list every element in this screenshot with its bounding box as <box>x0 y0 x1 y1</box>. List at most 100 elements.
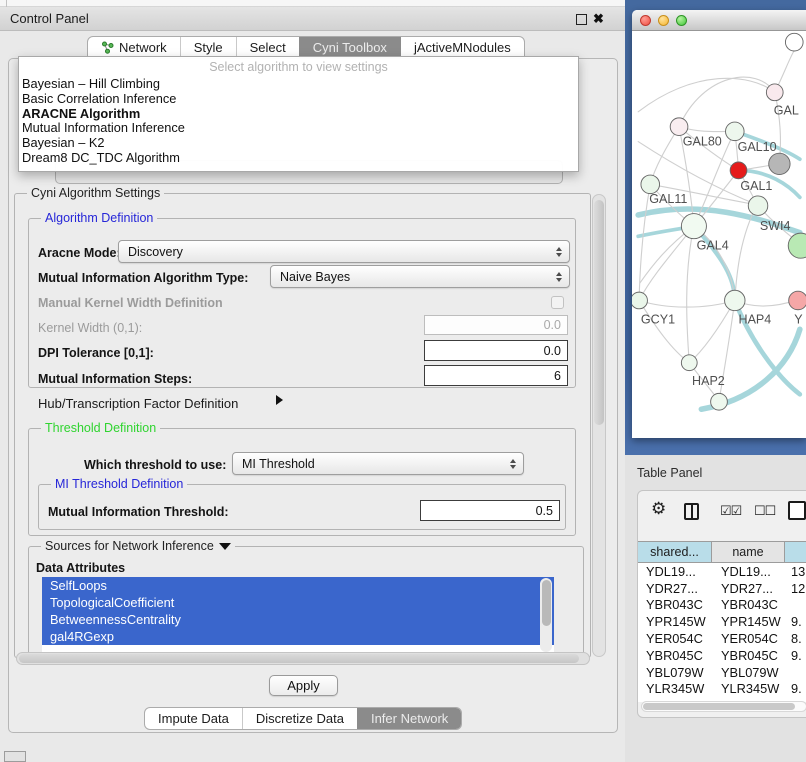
attributes-scroll-thumb[interactable] <box>542 580 551 626</box>
table-cell[interactable]: YER054C <box>712 631 785 646</box>
mi-threshold-field[interactable]: 0.5 <box>420 500 560 521</box>
which-threshold-select[interactable]: MI Threshold <box>232 452 524 475</box>
node-gal10[interactable] <box>726 122 745 141</box>
table-cell[interactable]: YDL19... <box>712 564 785 579</box>
table-cell[interactable]: 12 <box>785 581 806 596</box>
table-row[interactable]: YPR145WYPR145W9. <box>638 613 806 630</box>
network-edge[interactable] <box>687 226 694 363</box>
attribute-item[interactable]: gal4RGexp <box>42 628 554 645</box>
table-cell[interactable]: YDL19... <box>638 564 712 579</box>
manual-kernel-checkbox[interactable] <box>551 296 564 309</box>
apply-button[interactable]: Apply <box>269 675 338 696</box>
gear-icon[interactable]: ⚙ <box>651 499 666 519</box>
minimize-traffic-light-icon[interactable] <box>658 15 669 26</box>
tab-network[interactable]: Network <box>88 37 180 58</box>
dpi-tolerance-field[interactable]: 0.0 <box>424 340 568 361</box>
float-window-icon[interactable] <box>576 14 587 25</box>
node-top-partial[interactable] <box>785 33 803 51</box>
attribute-item[interactable]: SelfLoops <box>42 577 554 594</box>
tab-cyni-toolbox[interactable]: Cyni Toolbox <box>299 37 400 58</box>
attributes-scrollbar[interactable] <box>540 578 552 652</box>
algorithm-item[interactable]: ARACNE Algorithm <box>19 107 578 122</box>
select-all-checkboxes-icon[interactable]: ☑☑ <box>720 503 741 519</box>
table-row[interactable]: YLR345WYLR345W9. <box>638 681 806 698</box>
column-header[interactable]: shared... <box>638 542 712 562</box>
tab-select[interactable]: Select <box>236 37 299 58</box>
close-icon[interactable]: ✖ <box>593 10 604 28</box>
bottom-tab-impute-data[interactable]: Impute Data <box>145 708 242 729</box>
node-gal-pink[interactable] <box>766 84 783 101</box>
algorithm-item[interactable]: Mutual Information Inference <box>19 121 578 136</box>
table-row[interactable]: YBR043CYBR043C <box>638 597 806 614</box>
bottom-tab-infer-network[interactable]: Infer Network <box>357 708 461 729</box>
settings-hscroll-thumb[interactable] <box>19 654 579 663</box>
network-edge[interactable] <box>639 226 694 300</box>
network-edge[interactable] <box>638 78 775 111</box>
table-cell[interactable]: YBR043C <box>712 597 785 612</box>
table-cell[interactable]: YLR345W <box>712 681 785 696</box>
node-gal80[interactable] <box>670 118 688 136</box>
table-cell[interactable]: 9. <box>785 648 806 663</box>
table-cell[interactable]: YDR27... <box>712 581 785 596</box>
hub-definition-label[interactable]: Hub/Transcription Factor Definition <box>38 396 238 411</box>
node-gray[interactable] <box>769 153 790 174</box>
table-cell[interactable]: YBR043C <box>638 597 712 612</box>
table-cell[interactable]: YBR045C <box>712 648 785 663</box>
table-cell[interactable]: YDR27... <box>638 581 712 596</box>
aracne-mode-select[interactable]: Discovery <box>118 240 570 263</box>
table-row[interactable]: YDL19...YDL19...13 <box>638 563 806 580</box>
table-cell[interactable]: 9. <box>785 681 806 696</box>
table-cell[interactable]: 9. <box>785 614 806 629</box>
algorithm-item[interactable]: Bayesian – Hill Climbing <box>19 77 578 92</box>
node-bottom[interactable] <box>711 393 728 410</box>
network-canvas[interactable]: GALGAL80GAL10GAL1SWI4GAL11GAL4GCY1HAP4YH… <box>632 31 806 438</box>
attribute-item[interactable]: BetweennessCentrality <box>42 611 554 628</box>
mi-steps-field[interactable]: 6 <box>424 365 568 386</box>
node-hap2[interactable] <box>681 355 697 371</box>
document-icon[interactable] <box>788 501 806 520</box>
network-edge[interactable] <box>639 300 689 362</box>
attribute-item[interactable]: TopologicalCoefficient <box>42 594 554 611</box>
table-row[interactable]: YBL079WYBL079W <box>638 664 806 681</box>
settings-vertical-scrollbar[interactable] <box>592 194 606 657</box>
algorithm-item[interactable]: Dream8 DC_TDC Algorithm <box>19 151 578 166</box>
close-traffic-light-icon[interactable] <box>640 15 651 26</box>
table-horizontal-scrollbar[interactable] <box>641 701 806 712</box>
node-salmon[interactable] <box>789 291 806 310</box>
node-swi4[interactable] <box>748 196 768 216</box>
tab-jactivemnodules[interactable]: jActiveMNodules <box>400 37 524 58</box>
bottom-tab-discretize-data[interactable]: Discretize Data <box>242 708 357 729</box>
table-cell[interactable]: YBL079W <box>712 665 785 680</box>
collapse-arrow-icon[interactable] <box>219 543 231 550</box>
node-gal11[interactable] <box>641 175 660 194</box>
node-hap4[interactable] <box>725 290 745 310</box>
network-edge[interactable] <box>689 300 735 362</box>
split-columns-icon[interactable] <box>684 503 699 520</box>
table-cell[interactable]: 13 <box>785 564 806 579</box>
bottom-left-partial-button[interactable] <box>4 751 26 762</box>
settings-vscroll-thumb[interactable] <box>594 200 604 425</box>
algorithm-item[interactable]: Bayesian – K2 <box>19 136 578 151</box>
node-gcy1[interactable] <box>632 292 647 309</box>
table-row[interactable]: YBR045CYBR045C9. <box>638 647 806 664</box>
deselect-all-checkboxes-icon[interactable]: ☐☐ <box>754 503 775 519</box>
zoom-traffic-light-icon[interactable] <box>676 15 687 26</box>
expand-arrow-icon[interactable] <box>276 395 283 405</box>
algorithm-item[interactable]: Basic Correlation Inference <box>19 92 578 107</box>
table-cell[interactable]: YBR045C <box>638 648 712 663</box>
table-cell[interactable]: YBL079W <box>638 665 712 680</box>
table-row[interactable]: YDR27...YDR27...12 <box>638 580 806 597</box>
mi-type-select[interactable]: Naive Bayes <box>270 265 570 288</box>
column-header[interactable] <box>785 542 806 562</box>
table-cell[interactable]: YPR145W <box>638 614 712 629</box>
table-cell[interactable]: YPR145W <box>712 614 785 629</box>
table-row[interactable]: YER054CYER054C8. <box>638 630 806 647</box>
kernel-width-field[interactable]: 0.0 <box>424 315 568 335</box>
table-hscroll-thumb[interactable] <box>643 703 795 710</box>
table-cell[interactable]: YLR345W <box>638 681 712 696</box>
node-gal1-red[interactable] <box>730 162 747 179</box>
node-gal4[interactable] <box>681 214 706 239</box>
settings-horizontal-scrollbar[interactable] <box>16 652 590 665</box>
network-window-titlebar[interactable] <box>632 10 806 31</box>
tab-style[interactable]: Style <box>180 37 236 58</box>
